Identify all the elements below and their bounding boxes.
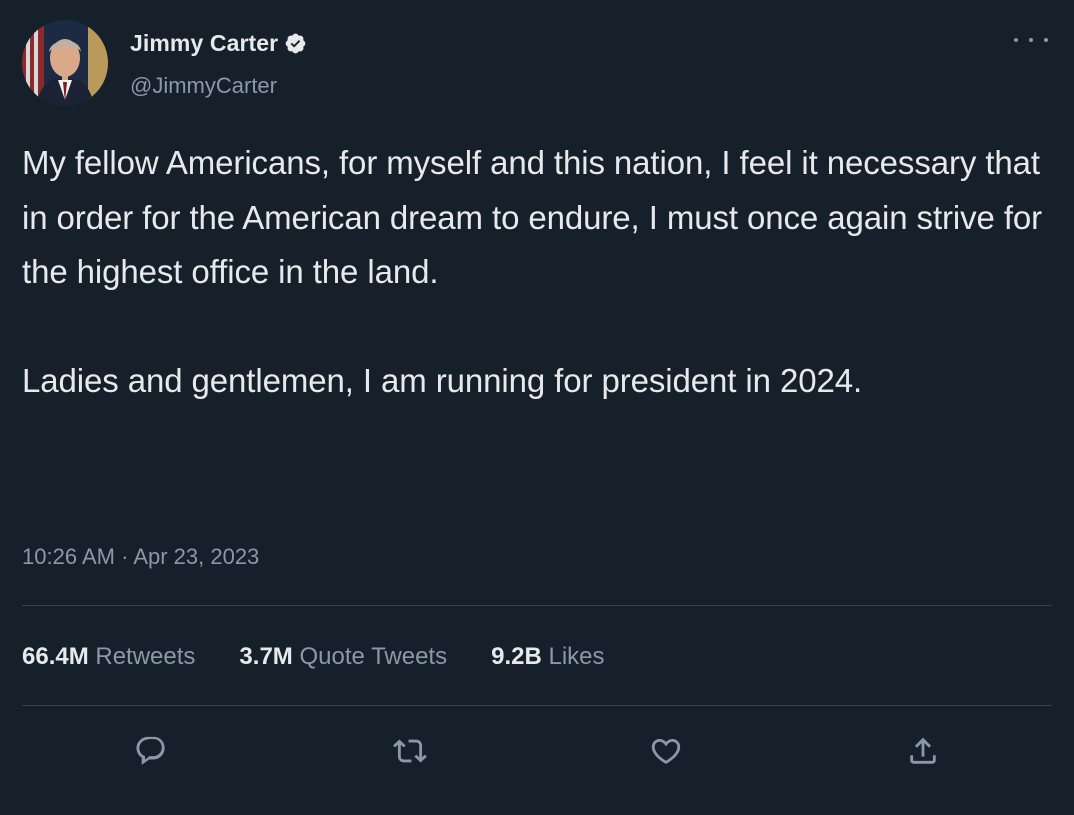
avatar[interactable] bbox=[22, 20, 108, 106]
reply-button[interactable] bbox=[133, 733, 169, 769]
more-options-icon[interactable] bbox=[1014, 30, 1048, 50]
divider bbox=[22, 705, 1052, 706]
author-handle[interactable]: @JimmyCarter bbox=[130, 73, 277, 99]
retweet-button[interactable] bbox=[392, 733, 428, 769]
share-button[interactable] bbox=[905, 733, 941, 769]
tweet-paragraph: Ladies and gentlemen, I am running for p… bbox=[22, 362, 863, 399]
verified-badge-icon bbox=[285, 33, 306, 54]
retweets-count: 66.4M bbox=[22, 643, 89, 670]
retweets-label: Retweets bbox=[95, 643, 196, 670]
tweet-time: 10:26 AM bbox=[22, 544, 115, 569]
tweet-timestamp[interactable]: 10:26 AM · Apr 23, 2023 bbox=[22, 544, 259, 570]
likes-count: 9.2B bbox=[491, 643, 542, 670]
divider bbox=[22, 605, 1052, 606]
reply-icon bbox=[136, 736, 165, 765]
author-name-row: Jimmy Carter bbox=[130, 30, 307, 57]
timestamp-separator: · bbox=[121, 544, 129, 569]
share-icon bbox=[910, 737, 936, 764]
tweet-date: Apr 23, 2023 bbox=[133, 544, 260, 569]
retweets-stat[interactable]: 66.4M Retweets bbox=[22, 643, 195, 671]
like-icon bbox=[651, 738, 681, 764]
avatar-image bbox=[22, 20, 108, 106]
tweet-detail: Jimmy Carter @JimmyCarter My fellow Amer… bbox=[0, 0, 1074, 815]
quote-tweets-stat[interactable]: 3.7M Quote Tweets bbox=[239, 643, 447, 671]
quote-tweets-label: Quote Tweets bbox=[299, 643, 448, 670]
likes-stat[interactable]: 9.2B Likes bbox=[491, 643, 604, 671]
like-button[interactable] bbox=[648, 733, 684, 769]
author-display-name[interactable]: Jimmy Carter bbox=[130, 30, 278, 57]
quote-tweets-count: 3.7M bbox=[239, 643, 293, 670]
tweet-text: My fellow Americans, for myself and this… bbox=[22, 136, 1057, 409]
retweet-icon bbox=[393, 739, 427, 763]
tweet-paragraph: My fellow Americans, for myself and this… bbox=[22, 144, 1043, 290]
engagement-stats: 66.4M Retweets 3.7M Quote Tweets 9.2B Li… bbox=[22, 643, 605, 671]
likes-label: Likes bbox=[548, 643, 605, 670]
